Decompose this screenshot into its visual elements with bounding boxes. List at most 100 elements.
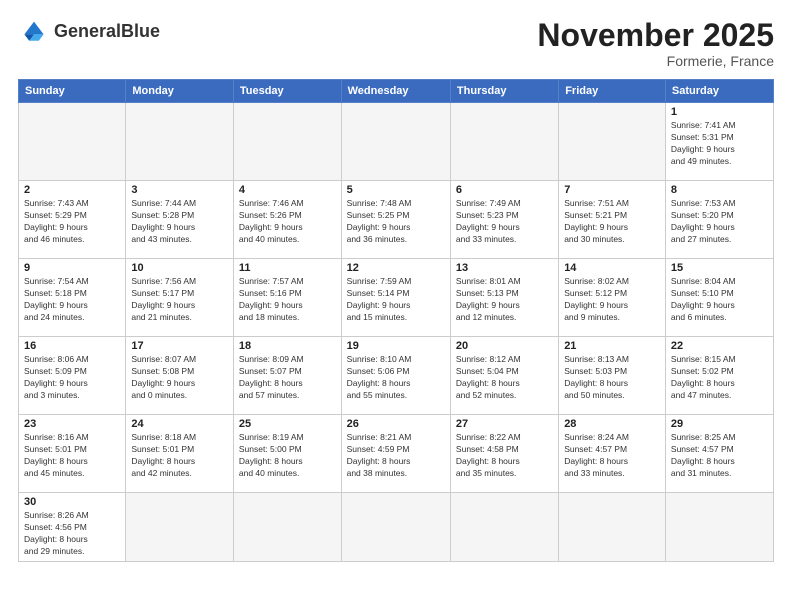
day-info: Sunrise: 8:21 AM Sunset: 4:59 PM Dayligh…	[347, 432, 445, 480]
title-block: November 2025 Formerie, France	[537, 18, 774, 69]
day-number: 27	[456, 418, 553, 430]
calendar-cell	[450, 493, 558, 562]
calendar-cell: 2 Sunrise: 7:43 AM Sunset: 5:29 PM Daylig…	[19, 181, 126, 259]
day-info: Sunrise: 7:46 AM Sunset: 5:26 PM Dayligh…	[239, 198, 336, 246]
day-info: Sunrise: 8:15 AM Sunset: 5:02 PM Dayligh…	[671, 354, 768, 402]
calendar-week-row: 16 Sunrise: 8:06 AM Sunset: 5:09 PM Dayli…	[19, 337, 774, 415]
calendar-cell: 24 Sunrise: 8:18 AM Sunset: 5:01 PM Dayli…	[126, 415, 234, 493]
col-thursday: Thursday	[450, 80, 558, 103]
day-info: Sunrise: 8:06 AM Sunset: 5:09 PM Dayligh…	[24, 354, 120, 402]
col-wednesday: Wednesday	[341, 80, 450, 103]
calendar-cell: 13 Sunrise: 8:01 AM Sunset: 5:13 PM Dayli…	[450, 259, 558, 337]
calendar-cell	[450, 103, 558, 181]
calendar-cell	[665, 493, 773, 562]
day-number: 13	[456, 262, 553, 274]
day-info: Sunrise: 8:04 AM Sunset: 5:10 PM Dayligh…	[671, 276, 768, 324]
day-info: Sunrise: 8:09 AM Sunset: 5:07 PM Dayligh…	[239, 354, 336, 402]
calendar-week-row: 2 Sunrise: 7:43 AM Sunset: 5:29 PM Daylig…	[19, 181, 774, 259]
col-monday: Monday	[126, 80, 234, 103]
calendar-cell: 9 Sunrise: 7:54 AM Sunset: 5:18 PM Daylig…	[19, 259, 126, 337]
month-title: November 2025	[537, 18, 774, 53]
day-info: Sunrise: 7:49 AM Sunset: 5:23 PM Dayligh…	[456, 198, 553, 246]
day-info: Sunrise: 8:24 AM Sunset: 4:57 PM Dayligh…	[564, 432, 660, 480]
calendar-cell: 3 Sunrise: 7:44 AM Sunset: 5:28 PM Daylig…	[126, 181, 234, 259]
day-number: 20	[456, 340, 553, 352]
logo-icon	[18, 18, 50, 46]
day-number: 24	[131, 418, 228, 430]
day-info: Sunrise: 8:16 AM Sunset: 5:01 PM Dayligh…	[24, 432, 120, 480]
day-info: Sunrise: 7:56 AM Sunset: 5:17 PM Dayligh…	[131, 276, 228, 324]
day-info: Sunrise: 7:43 AM Sunset: 5:29 PM Dayligh…	[24, 198, 120, 246]
day-number: 26	[347, 418, 445, 430]
calendar-cell: 8 Sunrise: 7:53 AM Sunset: 5:20 PM Daylig…	[665, 181, 773, 259]
col-friday: Friday	[559, 80, 666, 103]
calendar-cell	[341, 493, 450, 562]
calendar: Sunday Monday Tuesday Wednesday Thursday…	[18, 79, 774, 562]
day-number: 11	[239, 262, 336, 274]
calendar-cell: 1Sunrise: 7:41 AM Sunset: 5:31 PM Daylig…	[665, 103, 773, 181]
calendar-week-row: 1Sunrise: 7:41 AM Sunset: 5:31 PM Daylig…	[19, 103, 774, 181]
day-info: Sunrise: 8:19 AM Sunset: 5:00 PM Dayligh…	[239, 432, 336, 480]
calendar-cell: 27 Sunrise: 8:22 AM Sunset: 4:58 PM Dayli…	[450, 415, 558, 493]
day-info: Sunrise: 8:02 AM Sunset: 5:12 PM Dayligh…	[564, 276, 660, 324]
day-number: 8	[671, 184, 768, 196]
calendar-cell: 28 Sunrise: 8:24 AM Sunset: 4:57 PM Dayli…	[559, 415, 666, 493]
day-info: Sunrise: 8:18 AM Sunset: 5:01 PM Dayligh…	[131, 432, 228, 480]
day-number: 16	[24, 340, 120, 352]
day-info: Sunrise: 8:10 AM Sunset: 5:06 PM Dayligh…	[347, 354, 445, 402]
day-info: Sunrise: 8:26 AM Sunset: 4:56 PM Dayligh…	[24, 510, 120, 558]
day-number: 22	[671, 340, 768, 352]
calendar-cell: 18 Sunrise: 8:09 AM Sunset: 5:07 PM Dayli…	[233, 337, 341, 415]
day-number: 15	[671, 262, 768, 274]
calendar-cell: 22 Sunrise: 8:15 AM Sunset: 5:02 PM Dayli…	[665, 337, 773, 415]
day-info: Sunrise: 7:54 AM Sunset: 5:18 PM Dayligh…	[24, 276, 120, 324]
calendar-cell: 5Sunrise: 7:48 AM Sunset: 5:25 PM Daylig…	[341, 181, 450, 259]
day-number: 29	[671, 418, 768, 430]
day-info: Sunrise: 8:12 AM Sunset: 5:04 PM Dayligh…	[456, 354, 553, 402]
calendar-cell: 21 Sunrise: 8:13 AM Sunset: 5:03 PM Dayli…	[559, 337, 666, 415]
day-number: 3	[131, 184, 228, 196]
calendar-cell: 29Sunrise: 8:25 AM Sunset: 4:57 PM Dayli…	[665, 415, 773, 493]
calendar-cell: 20 Sunrise: 8:12 AM Sunset: 5:04 PM Dayli…	[450, 337, 558, 415]
calendar-header-row: Sunday Monday Tuesday Wednesday Thursday…	[19, 80, 774, 103]
day-number: 6	[456, 184, 553, 196]
day-number: 18	[239, 340, 336, 352]
day-number: 21	[564, 340, 660, 352]
col-tuesday: Tuesday	[233, 80, 341, 103]
calendar-cell: 10Sunrise: 7:56 AM Sunset: 5:17 PM Dayli…	[126, 259, 234, 337]
day-info: Sunrise: 7:48 AM Sunset: 5:25 PM Dayligh…	[347, 198, 445, 246]
calendar-cell: 19 Sunrise: 8:10 AM Sunset: 5:06 PM Dayli…	[341, 337, 450, 415]
day-info: Sunrise: 7:53 AM Sunset: 5:20 PM Dayligh…	[671, 198, 768, 246]
day-number: 9	[24, 262, 120, 274]
header: GeneralBlue November 2025 Formerie, Fran…	[18, 18, 774, 69]
day-info: Sunrise: 7:57 AM Sunset: 5:16 PM Dayligh…	[239, 276, 336, 324]
day-info: Sunrise: 7:59 AM Sunset: 5:14 PM Dayligh…	[347, 276, 445, 324]
calendar-cell: 7 Sunrise: 7:51 AM Sunset: 5:21 PM Daylig…	[559, 181, 666, 259]
day-info: Sunrise: 7:51 AM Sunset: 5:21 PM Dayligh…	[564, 198, 660, 246]
calendar-cell	[19, 103, 126, 181]
day-number: 28	[564, 418, 660, 430]
calendar-cell: 4Sunrise: 7:46 AM Sunset: 5:26 PM Daylig…	[233, 181, 341, 259]
calendar-cell: 12Sunrise: 7:59 AM Sunset: 5:14 PM Dayli…	[341, 259, 450, 337]
day-number: 25	[239, 418, 336, 430]
calendar-cell	[341, 103, 450, 181]
day-info: Sunrise: 8:01 AM Sunset: 5:13 PM Dayligh…	[456, 276, 553, 324]
calendar-cell: 14Sunrise: 8:02 AM Sunset: 5:12 PM Dayli…	[559, 259, 666, 337]
calendar-cell: 25 Sunrise: 8:19 AM Sunset: 5:00 PM Dayli…	[233, 415, 341, 493]
calendar-cell: 17Sunrise: 8:07 AM Sunset: 5:08 PM Dayli…	[126, 337, 234, 415]
day-info: Sunrise: 8:22 AM Sunset: 4:58 PM Dayligh…	[456, 432, 553, 480]
day-number: 7	[564, 184, 660, 196]
calendar-cell	[126, 493, 234, 562]
day-info: Sunrise: 8:13 AM Sunset: 5:03 PM Dayligh…	[564, 354, 660, 402]
calendar-cell: 15 Sunrise: 8:04 AM Sunset: 5:10 PM Dayli…	[665, 259, 773, 337]
day-number: 19	[347, 340, 445, 352]
day-number: 17	[131, 340, 228, 352]
calendar-cell	[233, 103, 341, 181]
logo-text: GeneralBlue	[54, 22, 160, 42]
calendar-cell: 6 Sunrise: 7:49 AM Sunset: 5:23 PM Daylig…	[450, 181, 558, 259]
day-number: 2	[24, 184, 120, 196]
calendar-cell	[559, 493, 666, 562]
day-info: Sunrise: 7:44 AM Sunset: 5:28 PM Dayligh…	[131, 198, 228, 246]
calendar-cell: 26 Sunrise: 8:21 AM Sunset: 4:59 PM Dayli…	[341, 415, 450, 493]
day-number: 30	[24, 496, 120, 508]
